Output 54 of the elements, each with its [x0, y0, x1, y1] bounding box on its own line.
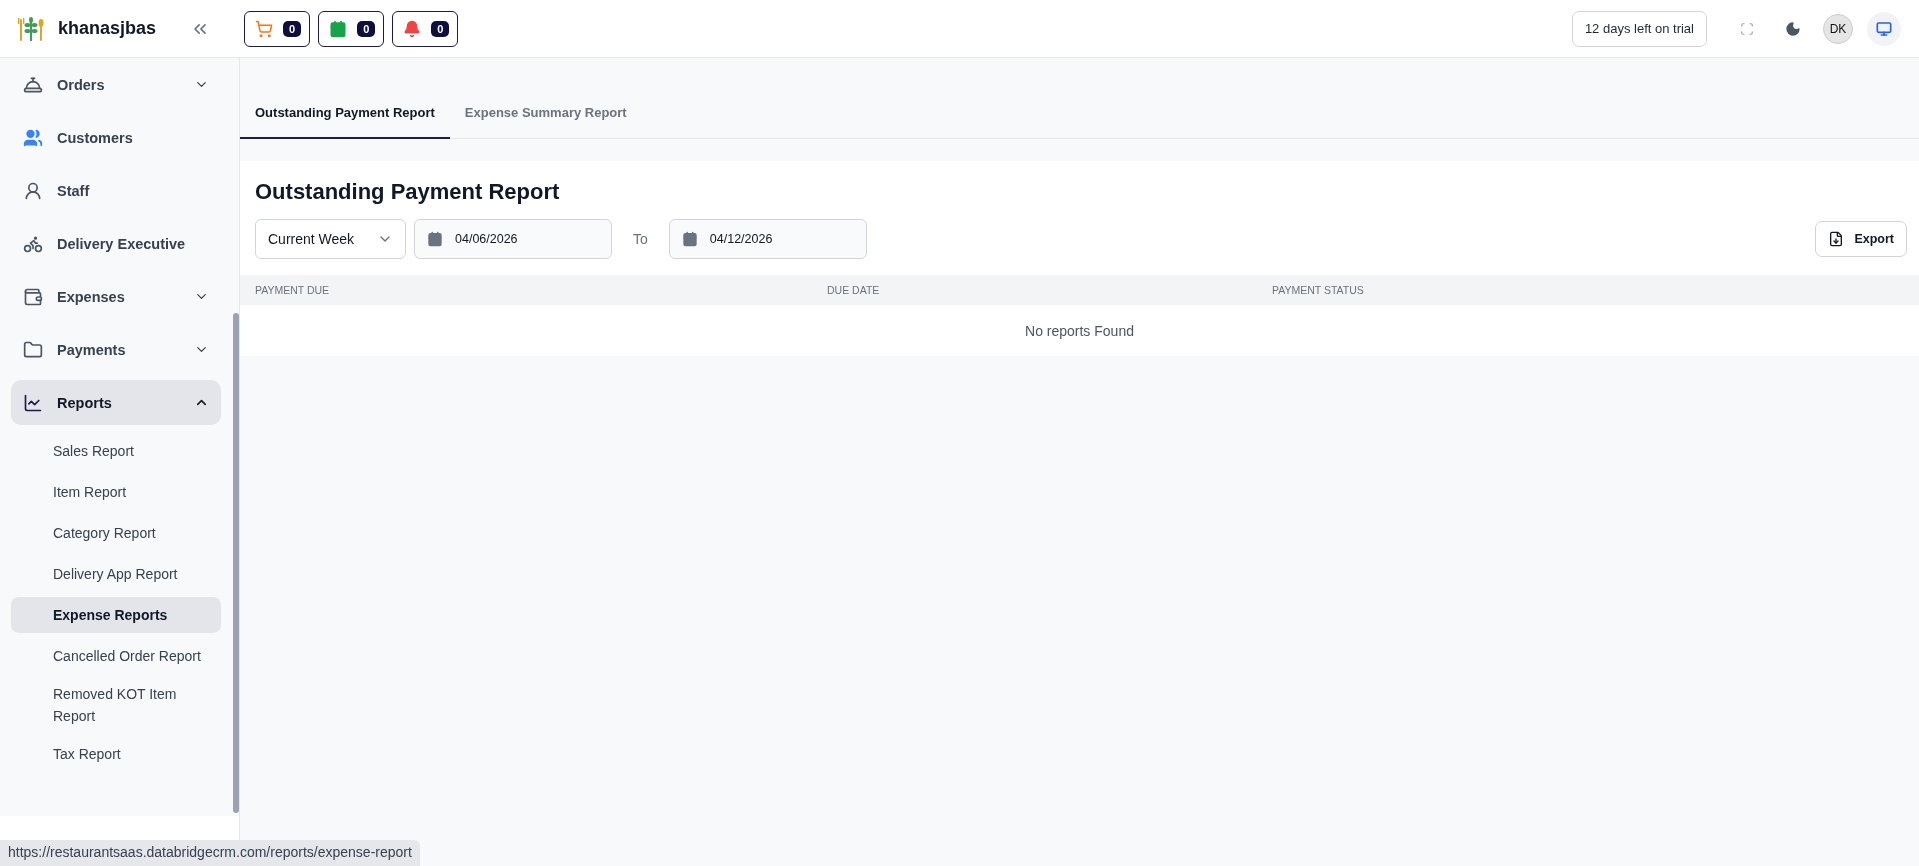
tab[interactable]: Expense Summary Report — [449, 90, 642, 139]
tab[interactable]: Outstanding Payment Report — [240, 90, 450, 139]
count-badge: 0 — [431, 20, 450, 37]
counter-button[interactable]: 0 — [318, 10, 385, 47]
column-header: DUE DATE — [827, 284, 881, 296]
sidebar-item[interactable]: Staff — [11, 168, 221, 213]
fullscreen-icon — [1740, 21, 1754, 36]
wallet-icon — [23, 286, 43, 307]
date-field[interactable]: 04/06/2026 — [414, 219, 612, 259]
cart-icon — [255, 19, 274, 38]
empty-message: No reports Found — [1025, 322, 1134, 339]
counter-button[interactable]: 0 — [244, 10, 311, 47]
sidebar-item[interactable]: Customers — [11, 115, 221, 160]
sidebar-subitem[interactable]: Item Report — [11, 474, 221, 510]
calendar-icon — [329, 19, 348, 38]
folder-icon — [23, 339, 43, 360]
sidebar-subitem[interactable]: Delivery App Report — [11, 556, 221, 592]
column-header: PAYMENT DUE — [255, 284, 331, 296]
sidebar-subitem[interactable]: Sales Report — [11, 433, 221, 469]
sidebar-subitem[interactable]: Expense Reports — [11, 597, 221, 633]
calendar-icon — [681, 231, 698, 247]
user-avatar[interactable]: DK — [1823, 13, 1853, 44]
period-select[interactable]: Current Week — [255, 219, 406, 259]
sidebar-item[interactable]: Delivery Executive — [11, 221, 221, 266]
column-header: PAYMENT STATUS — [1272, 284, 1365, 296]
count-badge: 0 — [283, 20, 302, 37]
sidebar-subitem[interactable]: Cancelled Order Report — [11, 638, 221, 674]
scrollbar[interactable] — [233, 313, 239, 813]
brand-name: khanasjbas — [58, 18, 157, 39]
chart-icon — [23, 392, 43, 413]
calendar-icon — [427, 231, 443, 247]
sidebar-item[interactable]: Payments — [11, 327, 221, 372]
monitor-icon — [1876, 20, 1892, 37]
date-field[interactable]: 04/12/2026 — [668, 219, 867, 259]
count-badge: 0 — [357, 20, 376, 37]
file-download-icon — [1828, 231, 1845, 247]
sidebar-subitem[interactable]: Tax Report — [11, 736, 221, 772]
export-button[interactable]: Export — [1815, 221, 1907, 257]
sidebar-item[interactable]: Expenses — [11, 274, 221, 319]
counter-button[interactable]: 0 — [392, 10, 459, 47]
report-title: Outstanding Payment Report — [254, 178, 561, 206]
moon-icon — [1785, 20, 1801, 37]
logo-icon — [18, 14, 44, 43]
status-url: https://restaurantsaas.databridgecrm.com/reports/expense-report — [0, 840, 420, 866]
sidebar-item[interactable]: Orders — [11, 62, 221, 107]
sidebar-subitem[interactable]: Category Report — [11, 515, 221, 551]
sidebar-item[interactable]: Reports — [11, 380, 221, 425]
users-icon — [23, 127, 43, 148]
to-label: To — [632, 231, 649, 247]
monitor-button[interactable] — [1867, 11, 1901, 46]
user-icon — [23, 180, 43, 201]
bell-icon — [403, 19, 422, 38]
trial-button[interactable]: 12 days left on trial — [1571, 10, 1707, 47]
sidebar-subitem[interactable]: Removed KOT Item Report — [11, 679, 221, 731]
